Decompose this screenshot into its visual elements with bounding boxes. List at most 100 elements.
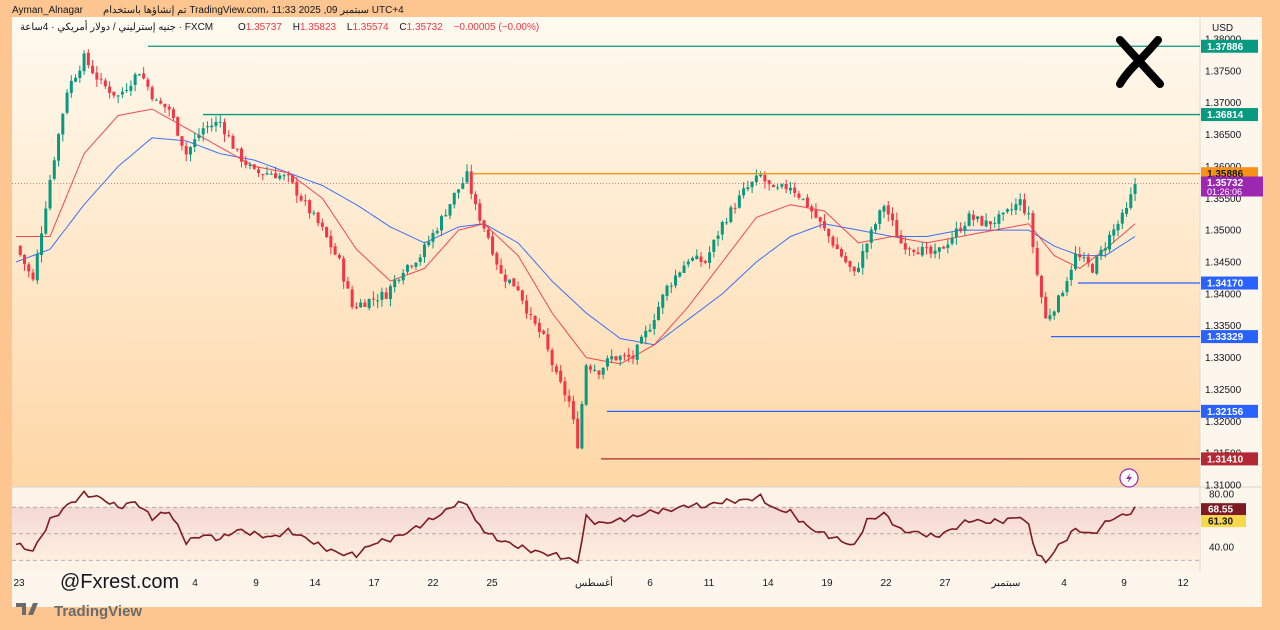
candle-body [559, 370, 563, 382]
candle-body [1099, 249, 1103, 257]
candle-body [903, 243, 907, 250]
candle-body [984, 220, 988, 227]
level-tag-label: 1.34170 [1207, 279, 1244, 290]
time-tick: 9 [1121, 578, 1127, 589]
candle-body [337, 254, 341, 259]
candle-body [699, 256, 703, 263]
price-tick: 1.37000 [1205, 98, 1242, 109]
tradingview-logo: TradingView [16, 603, 142, 620]
candle-body [810, 206, 814, 212]
candle-body [44, 208, 48, 234]
candle-body [861, 251, 865, 268]
time-axis[interactable]: 23 4 9 14 17 22 25 أغسطس 6 11 14 19 22 27 سبتمبر 4 9 12 [13, 576, 1189, 589]
candle-body [605, 358, 609, 367]
candle-body [788, 187, 792, 191]
candle-body [801, 198, 805, 200]
candle-body [146, 79, 150, 87]
candle-body [1010, 209, 1014, 211]
candle-body [61, 113, 65, 135]
time-tick: 22 [427, 578, 439, 589]
candle-body [180, 136, 184, 146]
time-tick: أغسطس [575, 576, 613, 589]
time-tick: 6 [647, 578, 653, 589]
candle-body [129, 85, 133, 91]
candle-body [878, 210, 882, 224]
candle-body [571, 400, 575, 420]
candle-body [895, 220, 899, 237]
time-tick: سبتمبر [991, 578, 1021, 589]
candle-body [167, 106, 171, 110]
candle-body [669, 285, 673, 287]
candle-body [384, 292, 388, 299]
candle-body [899, 234, 903, 244]
time-tick: 11 [704, 578, 715, 589]
candle-body [869, 229, 873, 243]
candle-body [771, 185, 775, 188]
candle-body [580, 404, 584, 449]
flash-icon[interactable] [1119, 468, 1139, 488]
candle-body [133, 74, 137, 85]
candle-body [35, 253, 39, 281]
candle-body [661, 294, 665, 308]
candle-body [971, 214, 975, 220]
candle-body [120, 91, 124, 95]
candle-body [720, 221, 724, 235]
candle-body [814, 210, 818, 218]
chart-canvas[interactable]: 1.380001.375001.370001.365001.360001.355… [0, 0, 1280, 630]
candle-body [546, 334, 550, 350]
candle-body [942, 246, 946, 249]
candle-body [325, 227, 329, 237]
candle-body [512, 278, 516, 287]
candle-body [444, 215, 448, 217]
candle-body [665, 285, 669, 296]
candle-body [240, 148, 244, 162]
candle-body [533, 316, 537, 324]
candle-body [316, 212, 320, 224]
candle-body [91, 65, 95, 74]
candle-body [1125, 208, 1129, 214]
candle-body [193, 139, 197, 148]
candle-body [805, 197, 809, 207]
candle-body [686, 261, 690, 265]
candle-body [997, 214, 1001, 224]
candle-body [1108, 234, 1112, 250]
price-tick: 1.34000 [1205, 289, 1242, 300]
candle-body [925, 247, 929, 249]
candle-body [342, 258, 346, 282]
candle-body [495, 253, 499, 265]
candle-body [784, 183, 788, 190]
rsi-tick: 40.00 [1209, 543, 1234, 554]
candle-body [474, 194, 478, 205]
candle-body [848, 261, 852, 267]
candle-body [678, 272, 682, 277]
time-tick: 25 [486, 578, 498, 589]
candle-body [508, 279, 512, 283]
candle-body [346, 281, 350, 289]
candle-body [431, 232, 435, 242]
candle-body [414, 262, 418, 267]
candle-body [359, 302, 363, 308]
time-tick: 27 [939, 578, 951, 589]
candle-body [1095, 256, 1099, 274]
candle-body [644, 330, 648, 338]
candle-body [397, 279, 401, 281]
candle-body [1022, 199, 1026, 214]
candle-body [1014, 204, 1018, 210]
candle-body [950, 238, 954, 244]
published-note: تم إنشاؤها باستخدام TradingView.com، 11:… [103, 5, 404, 16]
candle-body [282, 175, 286, 177]
candle-body [142, 73, 146, 79]
candle-body [205, 126, 209, 128]
candle-body [388, 286, 392, 300]
candle-body [214, 121, 218, 126]
candle-body [57, 134, 61, 161]
candle-body [1116, 223, 1120, 231]
candle-body [1056, 295, 1060, 313]
candle-body [797, 193, 801, 198]
candle-body [371, 298, 375, 300]
price-axis[interactable]: 1.380001.375001.370001.365001.360001.355… [1205, 35, 1242, 492]
candle-body [1069, 269, 1073, 281]
candle-body [248, 164, 252, 167]
symbol-label[interactable]: جنيه إسترليني / دولار أمريكي · 4ساعة · F… [20, 20, 213, 33]
candle-body [733, 207, 737, 209]
